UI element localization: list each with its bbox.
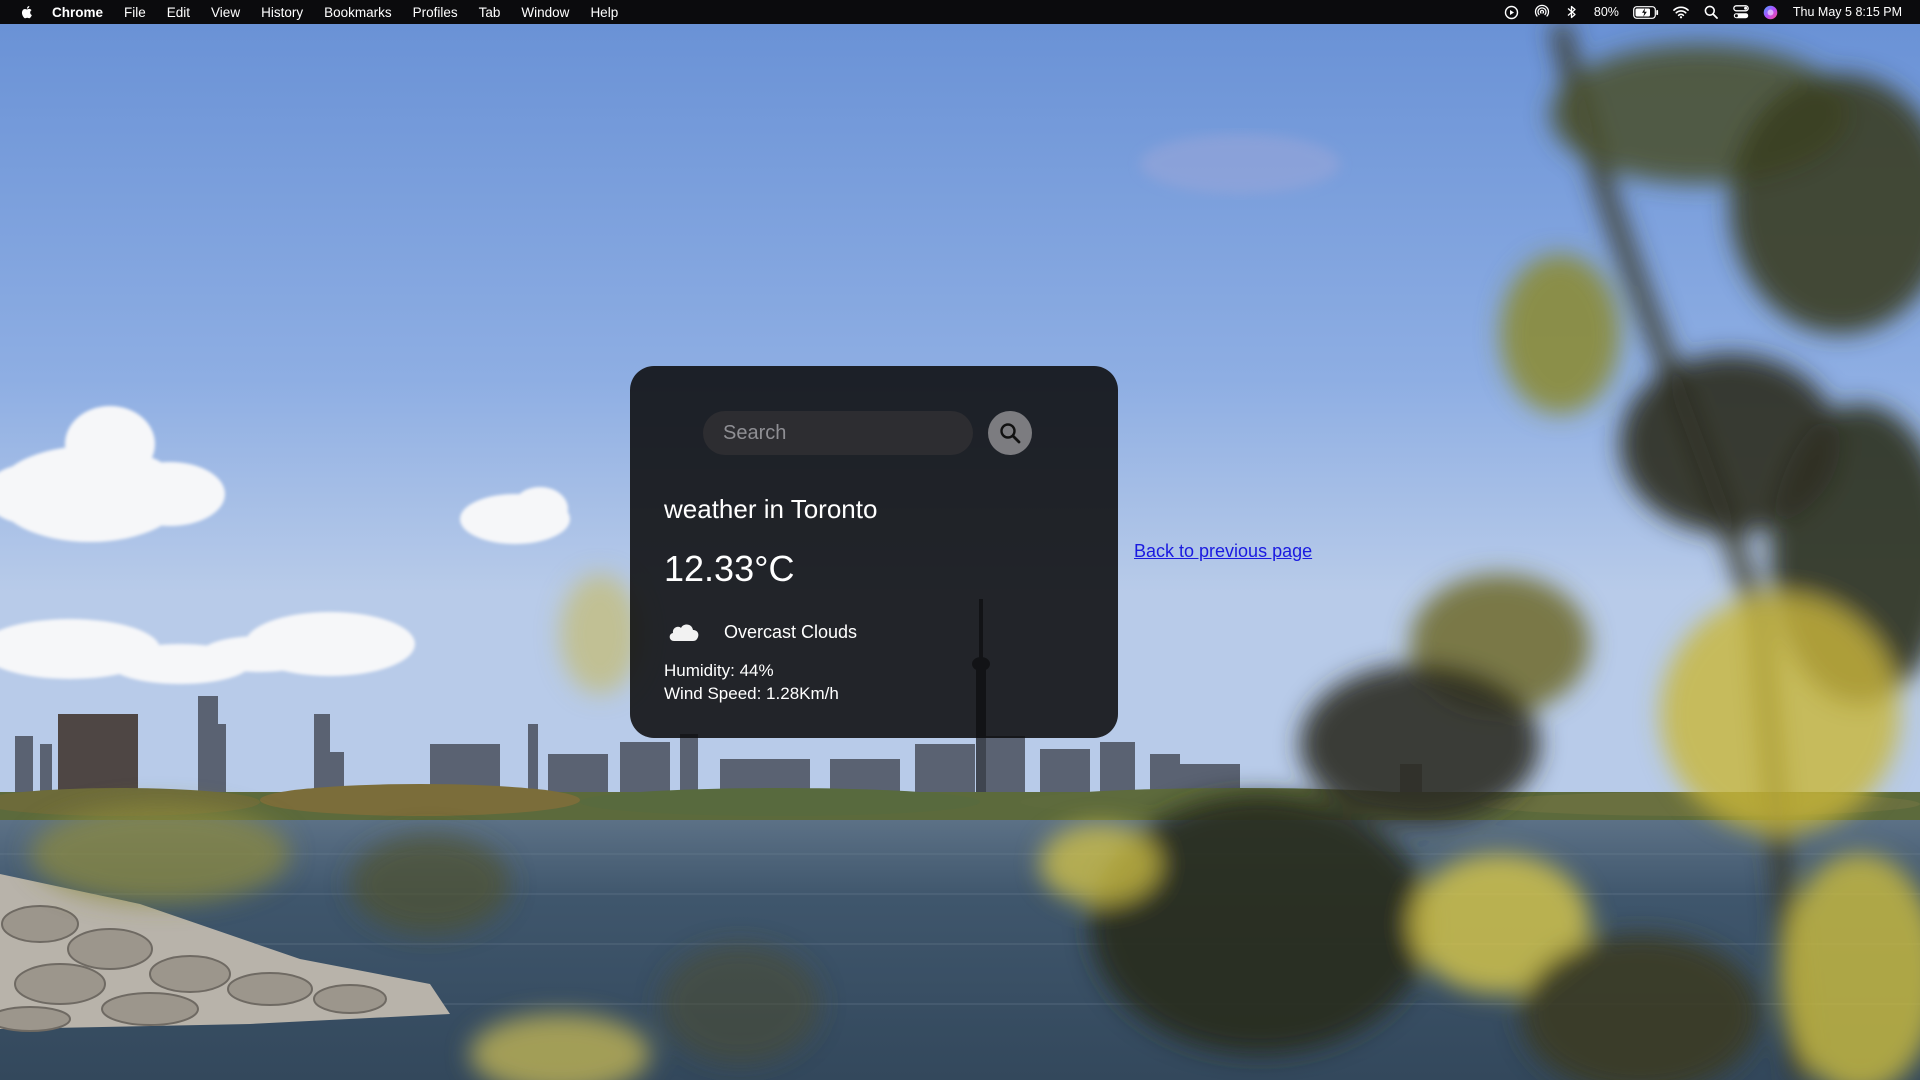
condition-row: Overcast Clouds xyxy=(666,618,857,646)
menu-profiles[interactable]: Profiles xyxy=(413,5,458,20)
city-title: weather in Toronto xyxy=(664,494,878,524)
humidity-value: Humidity: 44% xyxy=(664,661,774,680)
search-bar xyxy=(703,411,1032,455)
weather-card: weather in Toronto 12.33°C Overcast Clou… xyxy=(630,366,1118,738)
wind-speed-value: Wind Speed: 1.28Km/h xyxy=(664,684,839,703)
wifi-icon[interactable] xyxy=(1673,4,1689,20)
bluetooth-icon[interactable] xyxy=(1564,4,1580,20)
menu-view[interactable]: View xyxy=(211,5,240,20)
control-center-icon[interactable] xyxy=(1733,4,1749,20)
menu-history[interactable]: History xyxy=(261,5,303,20)
menu-bar: Chrome File Edit View History Bookmarks … xyxy=(0,0,1920,24)
battery-percent: 80% xyxy=(1593,5,1619,19)
cloud-icon xyxy=(669,624,699,641)
battery-icon[interactable] xyxy=(1633,4,1659,20)
spotlight-search-icon[interactable] xyxy=(1703,4,1719,20)
menu-tab[interactable]: Tab xyxy=(479,5,501,20)
weather-condition: Overcast Clouds xyxy=(724,621,858,642)
back-to-previous-page-link[interactable]: Back to previous page xyxy=(1134,541,1312,562)
temperature-value: 12.33°C xyxy=(664,548,795,589)
siri-icon[interactable] xyxy=(1763,4,1779,20)
menu-edit[interactable]: Edit xyxy=(167,5,190,20)
search-button[interactable] xyxy=(988,411,1032,455)
menu-window[interactable]: Window xyxy=(521,5,569,20)
menu-file[interactable]: File xyxy=(124,5,146,20)
menu-help[interactable]: Help xyxy=(590,5,618,20)
menu-bar-clock[interactable]: Thu May 5 8:15 PM xyxy=(1793,5,1902,19)
menu-app-chrome[interactable]: Chrome xyxy=(52,5,103,20)
apple-logo-icon[interactable] xyxy=(19,4,35,20)
screen-recording-icon[interactable] xyxy=(1504,4,1520,20)
search-input[interactable] xyxy=(703,411,973,455)
menu-bookmarks[interactable]: Bookmarks xyxy=(324,5,392,20)
search-icon xyxy=(1000,423,1021,444)
airdrop-icon[interactable] xyxy=(1534,4,1550,20)
